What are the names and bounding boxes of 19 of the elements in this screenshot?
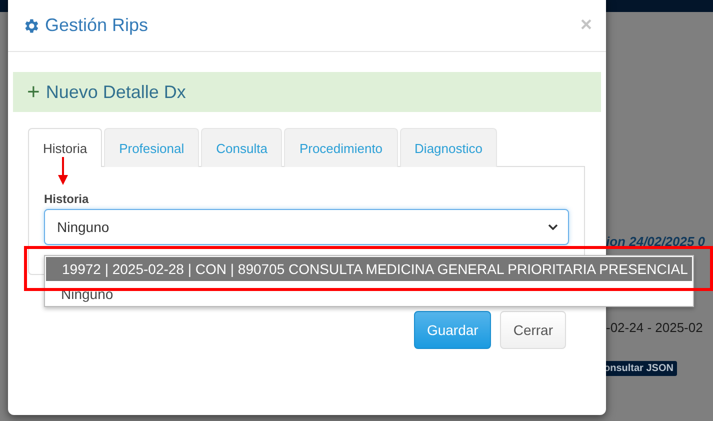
modal-title: Gestión Rips [45, 15, 148, 36]
tab[interactable]: Historia [28, 128, 102, 167]
tab[interactable]: Diagnostico [400, 128, 498, 167]
tab[interactable]: Consulta [201, 128, 282, 167]
alert-text: Nuevo Detalle Dx [46, 82, 186, 102]
plus-icon: + [27, 81, 40, 103]
dropdown-option[interactable]: 19972 | 2025-02-28 | CON | 890705 CONSULTA MEDICINA GENERAL PRIORITARIA PRESENCIAL [46, 257, 692, 281]
arrow-icon [58, 157, 68, 185]
dialog-button[interactable]: Cerrar [500, 311, 566, 349]
page-heading: ion 24/02/2025 0 [606, 234, 706, 249]
tab[interactable]: Procedimiento [284, 128, 398, 167]
chevron-icon [548, 224, 558, 230]
dropdown-option[interactable]: Ninguno [45, 282, 693, 306]
field-label: Historia [44, 192, 90, 206]
select-field[interactable]: Ninguno [44, 209, 569, 245]
tab[interactable]: Profesional [104, 128, 200, 167]
dialog-button[interactable]: Guardar [414, 311, 492, 349]
date-range: -02-24 - 2025-02 [606, 320, 703, 335]
close-button[interactable]: × [580, 14, 592, 37]
